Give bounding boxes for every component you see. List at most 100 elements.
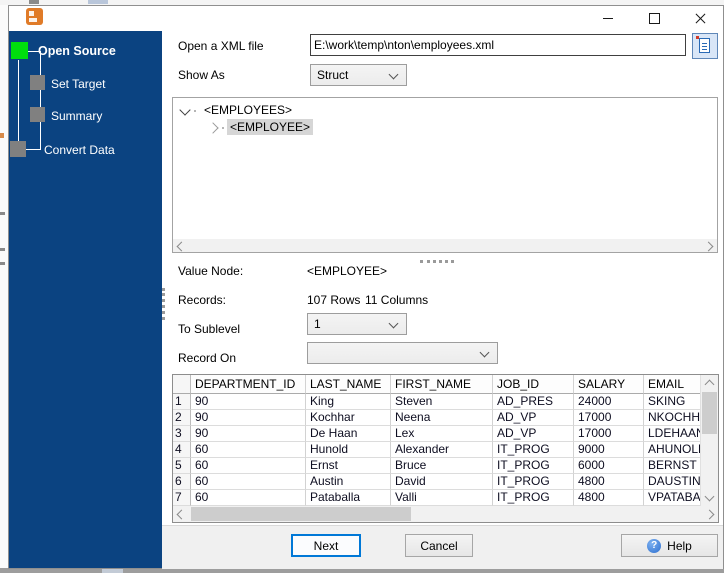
show-as-dropdown[interactable]: Struct: [310, 64, 407, 86]
background-left-strip: [0, 5, 8, 568]
value-node-label: Value Node:: [178, 264, 244, 278]
main-panel: Open a XML file Show As Struct <EMPLOYEE…: [162, 31, 723, 525]
background-fragment: [0, 248, 5, 251]
scroll-up-icon: [704, 379, 715, 390]
step-connector-line: [40, 51, 41, 149]
table-cell: IT_PROG: [493, 442, 574, 458]
tree-dot: [222, 127, 224, 129]
vertical-splitter-handle[interactable]: [162, 288, 165, 320]
screen: Open Source Set Target Summary Convert D…: [0, 0, 724, 573]
table-row[interactable]: 1 90 King Steven AD_PRES 24000 SKING: [173, 394, 718, 410]
table-vertical-scrollbar[interactable]: [700, 375, 718, 506]
data-preview-table: DEPARTMENT_ID LAST_NAME FIRST_NAME JOB_ID SA…: [172, 374, 719, 523]
column-header-salary[interactable]: SALARY: [574, 375, 644, 394]
file-path-input[interactable]: [310, 34, 686, 56]
sidebar-step-convert-data[interactable]: Convert Data: [44, 143, 115, 157]
window-controls: [585, 6, 723, 31]
column-header-email[interactable]: EMAIL: [644, 375, 701, 394]
records-rows-value: 107 Rows: [307, 293, 361, 307]
app-icon: [26, 8, 43, 25]
background-fragment: [0, 133, 4, 138]
cancel-button[interactable]: Cancel: [405, 534, 473, 557]
table-cell: Alexander: [391, 442, 493, 458]
scroll-right-icon: [703, 241, 714, 252]
maximize-icon: [648, 13, 660, 24]
table-cell: SKING: [644, 394, 701, 410]
sidebar-step-open-source[interactable]: Open Source: [38, 44, 116, 58]
maximize-button[interactable]: [631, 6, 677, 31]
tree-horizontal-scrollbar[interactable]: [173, 239, 717, 252]
chevron-down-icon: [479, 347, 490, 358]
tree-node-employees[interactable]: <EMPLOYEES>: [201, 102, 295, 119]
column-header-job_id[interactable]: JOB_ID: [493, 375, 574, 394]
tree-node-employee[interactable]: <EMPLOYEE>: [227, 119, 314, 136]
column-header-department_id[interactable]: DEPARTMENT_ID: [191, 375, 306, 394]
table-cell: 24000: [574, 394, 644, 410]
tree-expander-collapsed-icon[interactable]: [207, 122, 219, 134]
row-number-cell: 7: [173, 490, 191, 506]
scroll-left-icon: [176, 241, 187, 252]
table-cell: 4800: [574, 490, 644, 506]
table-cell: Neena: [391, 410, 493, 426]
table-cell: 60: [191, 490, 306, 506]
minimize-icon: [603, 18, 613, 19]
dialog-window: Open Source Set Target Summary Convert D…: [8, 5, 724, 569]
column-header-last_name[interactable]: LAST_NAME: [306, 375, 391, 394]
table-cell: Kochhar: [306, 410, 391, 426]
table-cell: David: [391, 474, 493, 490]
scrollbar-thumb[interactable]: [191, 507, 411, 521]
table-row[interactable]: 3 90 De Haan Lex AD_VP 17000 LDEHAAN: [173, 426, 718, 442]
step-indicator-convert-data: [10, 141, 26, 157]
background-fragment: [0, 262, 5, 265]
table-row[interactable]: 6 60 Austin David IT_PROG 4800 DAUSTIN: [173, 474, 718, 490]
table-corner-cell: [173, 375, 191, 394]
table-cell: AD_PRES: [493, 394, 574, 410]
background-fragment: [88, 0, 108, 4]
help-button[interactable]: ? Help: [621, 534, 718, 557]
step-connector-line: [18, 60, 19, 141]
background-fragment: [0, 212, 5, 215]
tree-dot: [194, 110, 196, 112]
table-header-row: DEPARTMENT_ID LAST_NAME FIRST_NAME JOB_ID SA…: [173, 375, 718, 394]
sidebar-step-summary[interactable]: Summary: [51, 109, 102, 123]
close-button[interactable]: [677, 6, 723, 31]
browse-file-button[interactable]: [692, 33, 718, 59]
scroll-left-icon: [176, 509, 187, 520]
tree-expander-expanded-icon[interactable]: [179, 104, 191, 116]
sidebar-step-set-target[interactable]: Set Target: [51, 77, 105, 91]
table-cell: 4800: [574, 474, 644, 490]
table-cell: Pataballa: [306, 490, 391, 506]
table-cell: 9000: [574, 442, 644, 458]
table-cell: 17000: [574, 410, 644, 426]
table-row[interactable]: 5 60 Ernst Bruce IT_PROG 6000 BERNST: [173, 458, 718, 474]
table-cell: 90: [191, 426, 306, 442]
scrollbar-thumb[interactable]: [702, 392, 717, 434]
record-on-dropdown[interactable]: [307, 342, 498, 364]
table-cell: AHUNOLD: [644, 442, 701, 458]
table-row[interactable]: 4 60 Hunold Alexander IT_PROG 9000 AHUNOLD: [173, 442, 718, 458]
to-sublevel-dropdown[interactable]: 1: [307, 313, 407, 335]
table-cell: De Haan: [306, 426, 391, 442]
horizontal-splitter-handle[interactable]: [420, 260, 454, 263]
table-cell: AD_VP: [493, 410, 574, 426]
table-row[interactable]: 290KochharNeenaAD_VP17000NKOCHHA: [173, 410, 718, 426]
record-on-label: Record On: [178, 351, 237, 365]
next-button[interactable]: Next: [291, 534, 361, 557]
show-as-label: Show As: [178, 68, 225, 82]
step-indicator-set-target: [30, 75, 45, 90]
xml-structure-tree[interactable]: <EMPLOYEES> <EMPLOYEE>: [172, 97, 718, 253]
table-cell: Valli: [391, 490, 493, 506]
title-bar: [9, 6, 723, 31]
scroll-right-icon: [704, 509, 715, 520]
minimize-button[interactable]: [585, 6, 631, 31]
table-cell: Ernst: [306, 458, 391, 474]
table-cell: NKOCHHA: [644, 410, 701, 426]
close-icon: [695, 13, 706, 24]
table-cell: Austin: [306, 474, 391, 490]
table-row[interactable]: 760PataballaValliIT_PROG4800VPATABAL: [173, 490, 718, 506]
table-cell: IT_PROG: [493, 458, 574, 474]
table-horizontal-scrollbar[interactable]: [173, 506, 718, 522]
column-header-first_name[interactable]: FIRST_NAME: [391, 375, 493, 394]
table-cell: AD_VP: [493, 426, 574, 442]
table-cell: 60: [191, 442, 306, 458]
